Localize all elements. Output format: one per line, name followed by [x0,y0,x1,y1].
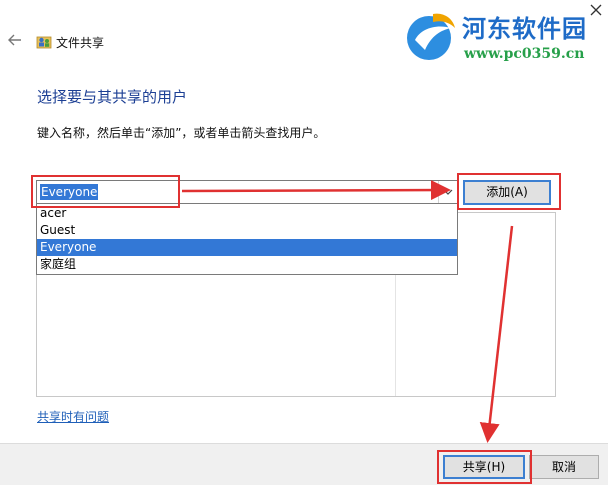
cancel-button[interactable]: 取消 [529,455,599,479]
back-arrow-icon[interactable] [6,31,24,49]
chevron-down-icon [443,189,453,195]
close-icon[interactable] [588,2,604,18]
dropdown-option-everyone[interactable]: Everyone [37,239,457,256]
watermark-url: www.pc0359.cn [464,46,585,62]
page-heading: 选择要与其共享的用户 [37,88,188,106]
dropdown-arrow-button[interactable] [438,181,457,203]
instruction-text: 键入名称，然后单击“添加”，或者单击箭头查找用户。 [37,126,326,140]
annotation-box-share-button [437,450,532,484]
user-dropdown-list[interactable]: acer Guest Everyone 家庭组 [36,204,458,275]
watermark-name: 河东软件园 [462,15,587,43]
sharing-help-link[interactable]: 共享时有问题 [37,408,109,425]
annotation-box-add-button [457,173,561,210]
dropdown-option-homegroup[interactable]: 家庭组 [37,256,457,273]
share-users-icon [36,36,52,49]
watermark-logo-icon [407,13,455,60]
dropdown-option-guest[interactable]: Guest [37,222,457,239]
window-title: 文件共享 [56,36,105,50]
annotation-box-combobox [31,175,180,208]
